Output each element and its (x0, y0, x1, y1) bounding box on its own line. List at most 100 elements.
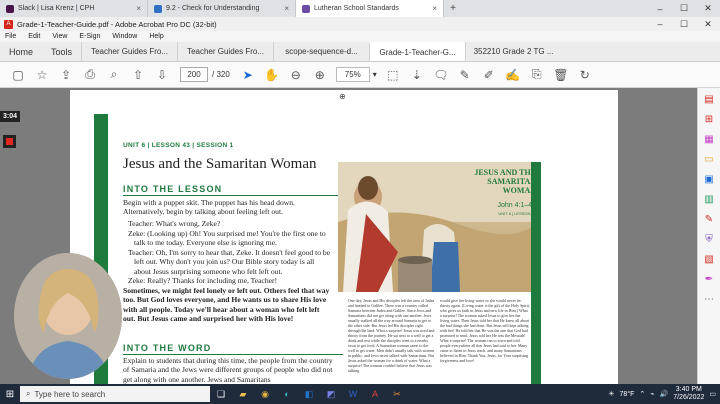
bookmark-star-icon[interactable]: ☆ (30, 64, 54, 86)
edge-icon[interactable]: ◐ (276, 385, 298, 403)
zoom-select[interactable]: 75% (335, 67, 370, 82)
illustration-green-edge (531, 162, 541, 384)
page-icon (154, 4, 162, 13)
fit-page-icon[interactable]: ⇣ (405, 64, 429, 86)
maximize-icon[interactable]: ☐ (672, 0, 696, 17)
menu-esign[interactable]: E-Sign (79, 33, 100, 40)
page-down-icon[interactable]: ⇩ (150, 64, 174, 86)
tab-title: 9.2 - Check for Understanding (166, 5, 260, 12)
create-pdf-icon[interactable]: ⊞ (702, 112, 716, 126)
lesson-title: Jesus and the Samaritan Woman (123, 156, 317, 172)
export-pdf-icon[interactable]: ▤ (702, 92, 716, 106)
volume-icon[interactable]: 🔊 (660, 390, 669, 398)
zoom-control: 75% ▾ (335, 67, 377, 82)
snipping-icon[interactable]: ✂ (386, 385, 408, 403)
print-icon[interactable]: ⎙ (78, 64, 102, 86)
close-icon[interactable]: × (284, 4, 289, 13)
chevron-down-icon[interactable]: ▾ (373, 70, 377, 79)
menu-view[interactable]: View (52, 33, 67, 40)
edit-pdf-icon[interactable]: ▦ (702, 132, 716, 146)
new-tab-button[interactable]: + (444, 0, 462, 17)
doc-tab[interactable]: scope-sequence-d... (273, 42, 369, 61)
combine-files-icon[interactable]: ▣ (702, 172, 716, 186)
stop-recording-button[interactable] (3, 135, 16, 148)
close-window-icon[interactable]: ✕ (696, 0, 720, 17)
clock-time: 3:40 PM (675, 386, 702, 393)
search-icon[interactable]: ⌕ (102, 64, 126, 86)
select-cursor-icon[interactable]: ➤ (236, 64, 260, 86)
doc-tab[interactable]: Teacher Guides Fro... (177, 42, 273, 61)
marquee-zoom-icon[interactable]: ⬚ (381, 64, 405, 86)
menu-file[interactable]: File (5, 33, 16, 40)
redact-icon[interactable]: ✎ (702, 212, 716, 226)
windows-start-icon[interactable]: ⊞ (0, 389, 20, 400)
maximize-icon[interactable]: ☐ (672, 19, 696, 30)
menu-bar: File Edit View E-Sign Window Help (0, 31, 720, 42)
comment-icon[interactable]: 🗨 (429, 64, 453, 86)
draw-icon[interactable]: ✐ (477, 64, 501, 86)
fill-sign-icon[interactable]: ✒ (702, 272, 716, 286)
browser-tab-slack[interactable]: Slack | Lisa Krenz | CPH × (0, 0, 148, 17)
sign-icon[interactable]: ✍ (501, 64, 525, 86)
page-number-input[interactable]: 200 (180, 67, 208, 82)
menu-help[interactable]: Help (149, 33, 163, 40)
tab-home[interactable]: Home (0, 42, 42, 61)
protect-icon[interactable]: ⛨ (702, 232, 716, 246)
browser-tab-lutheran[interactable]: Lutheran School Standards × (296, 0, 444, 17)
minimize-icon[interactable]: – (648, 19, 672, 30)
task-view-icon[interactable]: ❑ (210, 385, 232, 403)
notification-icon[interactable]: ▭ (709, 390, 716, 398)
doc-tab[interactable]: 352210 Grade 2 TG ... (465, 42, 561, 61)
clock[interactable]: 3:40 PM 7/26/2022 (673, 386, 704, 402)
zoom-out-icon[interactable]: ⊖ (284, 64, 308, 86)
scripture-reference: John 4:1–45 (497, 202, 536, 209)
rotate-icon[interactable]: ↻ (573, 64, 597, 86)
acrobat-toolbar: ▢ ☆ ⇪ ⎙ ⌕ ⇧ ⇩ 200 / 320 ➤ ✋ ⊖ ⊕ 75% ▾ ⬚ … (0, 62, 720, 88)
weather-icon[interactable]: ☀ (608, 390, 614, 398)
comment-tool-icon[interactable]: ▭ (702, 152, 716, 166)
acrobat-tab-bar: Home Tools Teacher Guides Fro... Teacher… (0, 42, 720, 62)
doc-tab-active[interactable]: Grade-1-Teacher-G... (369, 42, 466, 61)
story-column-left: One day, Jesus and His disciples left th… (348, 298, 435, 373)
acrobat-title-bar: A Grade-1-Teacher-Guide.pdf - Adobe Acro… (0, 17, 720, 31)
acrobat-taskbar-icon[interactable]: A (364, 385, 386, 403)
menu-edit[interactable]: Edit (28, 33, 40, 40)
menu-window[interactable]: Window (112, 33, 137, 40)
create-pdf-icon[interactable]: ▢ (6, 64, 30, 86)
close-window-icon[interactable]: ✕ (696, 19, 720, 30)
taskbar-search-box[interactable]: ⌕ Type here to search (20, 386, 210, 402)
page-up-icon[interactable]: ⇧ (126, 64, 150, 86)
recording-timer: 3:04 (0, 111, 20, 122)
page-navigator: 200 / 320 (180, 67, 230, 82)
teams-icon[interactable]: ◩ (320, 385, 342, 403)
word-icon[interactable]: W (342, 385, 364, 403)
browser-tab-check[interactable]: 9.2 - Check for Understanding × (148, 0, 296, 17)
upload-icon[interactable]: ⇪ (54, 64, 78, 86)
network-icon[interactable]: ⌁ (650, 390, 654, 398)
window-controls: – ☐ ✕ (648, 19, 720, 30)
chrome-icon[interactable]: ◉ (254, 385, 276, 403)
organize-pages-icon[interactable]: ▥ (702, 192, 716, 206)
tab-title: Lutheran School Standards (314, 5, 399, 12)
right-tools-panel: ▤ ⊞ ▦ ▭ ▣ ▥ ✎ ⛨ ▧ ✒ ⋯ (697, 88, 720, 384)
close-icon[interactable]: × (136, 4, 141, 13)
close-icon[interactable]: × (432, 4, 437, 13)
chevron-up-icon[interactable]: ⌃ (639, 390, 645, 398)
file-explorer-icon[interactable]: ▰ (232, 385, 254, 403)
into-lesson-heading: INTO THE LESSON (123, 184, 343, 196)
slack-icon (6, 4, 14, 13)
doc-tab[interactable]: Teacher Guides Fro... (81, 42, 177, 61)
delete-icon[interactable]: 🗑 (549, 64, 573, 86)
scan-icon[interactable]: ▧ (702, 252, 716, 266)
outlook-icon[interactable]: ◧ (298, 385, 320, 403)
more-tools-icon[interactable]: ⋯ (702, 292, 716, 306)
zoom-in-icon[interactable]: ⊕ (308, 64, 332, 86)
hand-tool-icon[interactable]: ✋ (260, 64, 284, 86)
highlight-icon[interactable]: ✎ (453, 64, 477, 86)
tab-tools[interactable]: Tools (42, 42, 81, 61)
stamp-icon[interactable]: ⎘ (525, 64, 549, 86)
bible-story-illustration: JESUS AND THE SAMARITAN WOMAN John 4:1–4… (338, 162, 540, 292)
minimize-icon[interactable]: – (648, 0, 672, 17)
search-placeholder: Type here to search (34, 389, 106, 399)
weather-temp[interactable]: 78°F (620, 391, 635, 398)
